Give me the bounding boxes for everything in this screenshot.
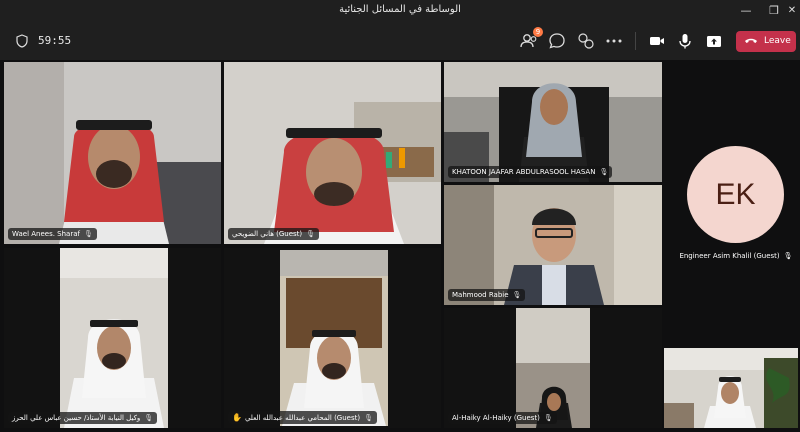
meeting-toolbar: 59:55 9 Leave: [0, 22, 800, 60]
video-tile-3[interactable]: KHATOON JAAFAR ABDULRASOOL HASAN 🎙: [444, 62, 662, 182]
video-tile-5[interactable]: وكيل النيابة الأستاذ/ حسين عباس علي الحر…: [4, 248, 221, 428]
avatar-participant-name: Engineer Asim Khalil (Guest): [679, 252, 780, 260]
participant-video: [224, 62, 441, 244]
participant-name-tag: ✋ المحامي عبدالله عبدالله العلي (Guest) 🎙: [228, 411, 377, 424]
participant-name: Mahmood Rabie: [452, 291, 509, 299]
more-dots-icon: [606, 39, 622, 43]
reactions-button[interactable]: [575, 30, 597, 52]
video-tile-1[interactable]: Wael Anees. Sharaf 🎙: [4, 62, 221, 244]
participant-name: وكيل النيابة الأستاذ/ حسين عباس علي الحر…: [12, 414, 141, 422]
microphone-muted-icon: 🎙: [364, 414, 373, 422]
shield-icon: [16, 34, 28, 48]
microphone-icon: [679, 34, 691, 49]
leave-label: Leave: [764, 36, 791, 46]
camera-button[interactable]: [646, 30, 668, 52]
participant-video: [224, 248, 441, 428]
participant-video: [444, 308, 662, 428]
microphone-muted-icon: 🎙: [599, 168, 609, 176]
participants-count-badge: 9: [533, 27, 543, 37]
chat-button[interactable]: [546, 30, 568, 52]
participant-name: KHATOON JAAFAR ABDULRASOOL HASAN: [452, 168, 596, 176]
raise-hand-icon: [578, 33, 594, 49]
share-tray-icon: [707, 36, 721, 47]
microphone-button[interactable]: [674, 30, 696, 52]
title-bar: الوساطة في المسائل الجنائية — ❐ ✕: [0, 0, 800, 22]
toolbar-divider: [635, 32, 636, 50]
participant-video: [4, 248, 221, 428]
microphone-muted-icon: 🎙: [83, 230, 93, 238]
share-screen-button[interactable]: [703, 30, 725, 52]
more-options-button[interactable]: [603, 30, 625, 52]
participant-avatar[interactable]: EK: [687, 146, 784, 243]
participant-name: المحامي عبدالله عبدالله العلي (Guest): [244, 414, 361, 422]
participant-name: Wael Anees. Sharaf: [12, 230, 80, 238]
participant-video: [444, 62, 662, 182]
participant-name-tag: وكيل النيابة الأستاذ/ حسين عباس علي الحر…: [8, 412, 158, 424]
participant-name-tag: Mahmood Rabie 🎙: [448, 289, 526, 301]
microphone-muted-icon: 🎙: [144, 414, 154, 422]
raised-hand-icon: ✋: [232, 413, 242, 422]
self-video: [664, 348, 798, 428]
participant-name: هاني الضويحي (Guest): [232, 230, 303, 238]
restore-button[interactable]: ❐: [766, 3, 782, 19]
video-tile-2[interactable]: هاني الضويحي (Guest) 🎙: [224, 62, 441, 244]
participants-button[interactable]: 9: [518, 27, 543, 52]
video-tile-4[interactable]: Mahmood Rabie 🎙: [444, 185, 662, 305]
microphone-muted-icon: 🎙: [512, 291, 522, 299]
microphone-muted-icon: 🎙: [306, 230, 316, 238]
video-tile-7[interactable]: Al-Haiky Al-Haiky (Guest) 🎙: [444, 308, 662, 428]
participant-name-tag: KHATOON JAAFAR ABDULRASOOL HASAN 🎙: [448, 166, 613, 178]
participant-name-tag: Al-Haiky Al-Haiky (Guest) 🎙: [448, 412, 557, 424]
participant-video: [444, 185, 662, 305]
participant-name: Al-Haiky Al-Haiky (Guest): [452, 414, 540, 422]
chat-icon: [549, 33, 565, 49]
video-tile-6-active-speaker[interactable]: ✋ المحامي عبدالله عبدالله العلي (Guest) 🎙: [224, 248, 441, 428]
meeting-timer: 59:55: [38, 34, 72, 47]
minimize-button[interactable]: —: [738, 3, 754, 19]
participant-video: [4, 62, 221, 244]
leave-button[interactable]: Leave: [736, 31, 796, 52]
microphone-muted-icon: 🎙: [783, 252, 793, 260]
participant-name-tag: هاني الضويحي (Guest) 🎙: [228, 228, 320, 240]
video-camera-icon: [650, 37, 664, 45]
self-view-tile[interactable]: [664, 348, 798, 428]
window-title: الوساطة في المسائل الجنائية: [339, 4, 461, 15]
hang-up-phone-icon: [745, 38, 757, 43]
close-window-button[interactable]: ✕: [784, 3, 800, 19]
microphone-muted-icon: 🎙: [543, 414, 553, 422]
participant-name-tag: Wael Anees. Sharaf 🎙: [8, 228, 97, 240]
participant-name: Engineer Asim Khalil (Guest) 🎙: [672, 252, 800, 260]
